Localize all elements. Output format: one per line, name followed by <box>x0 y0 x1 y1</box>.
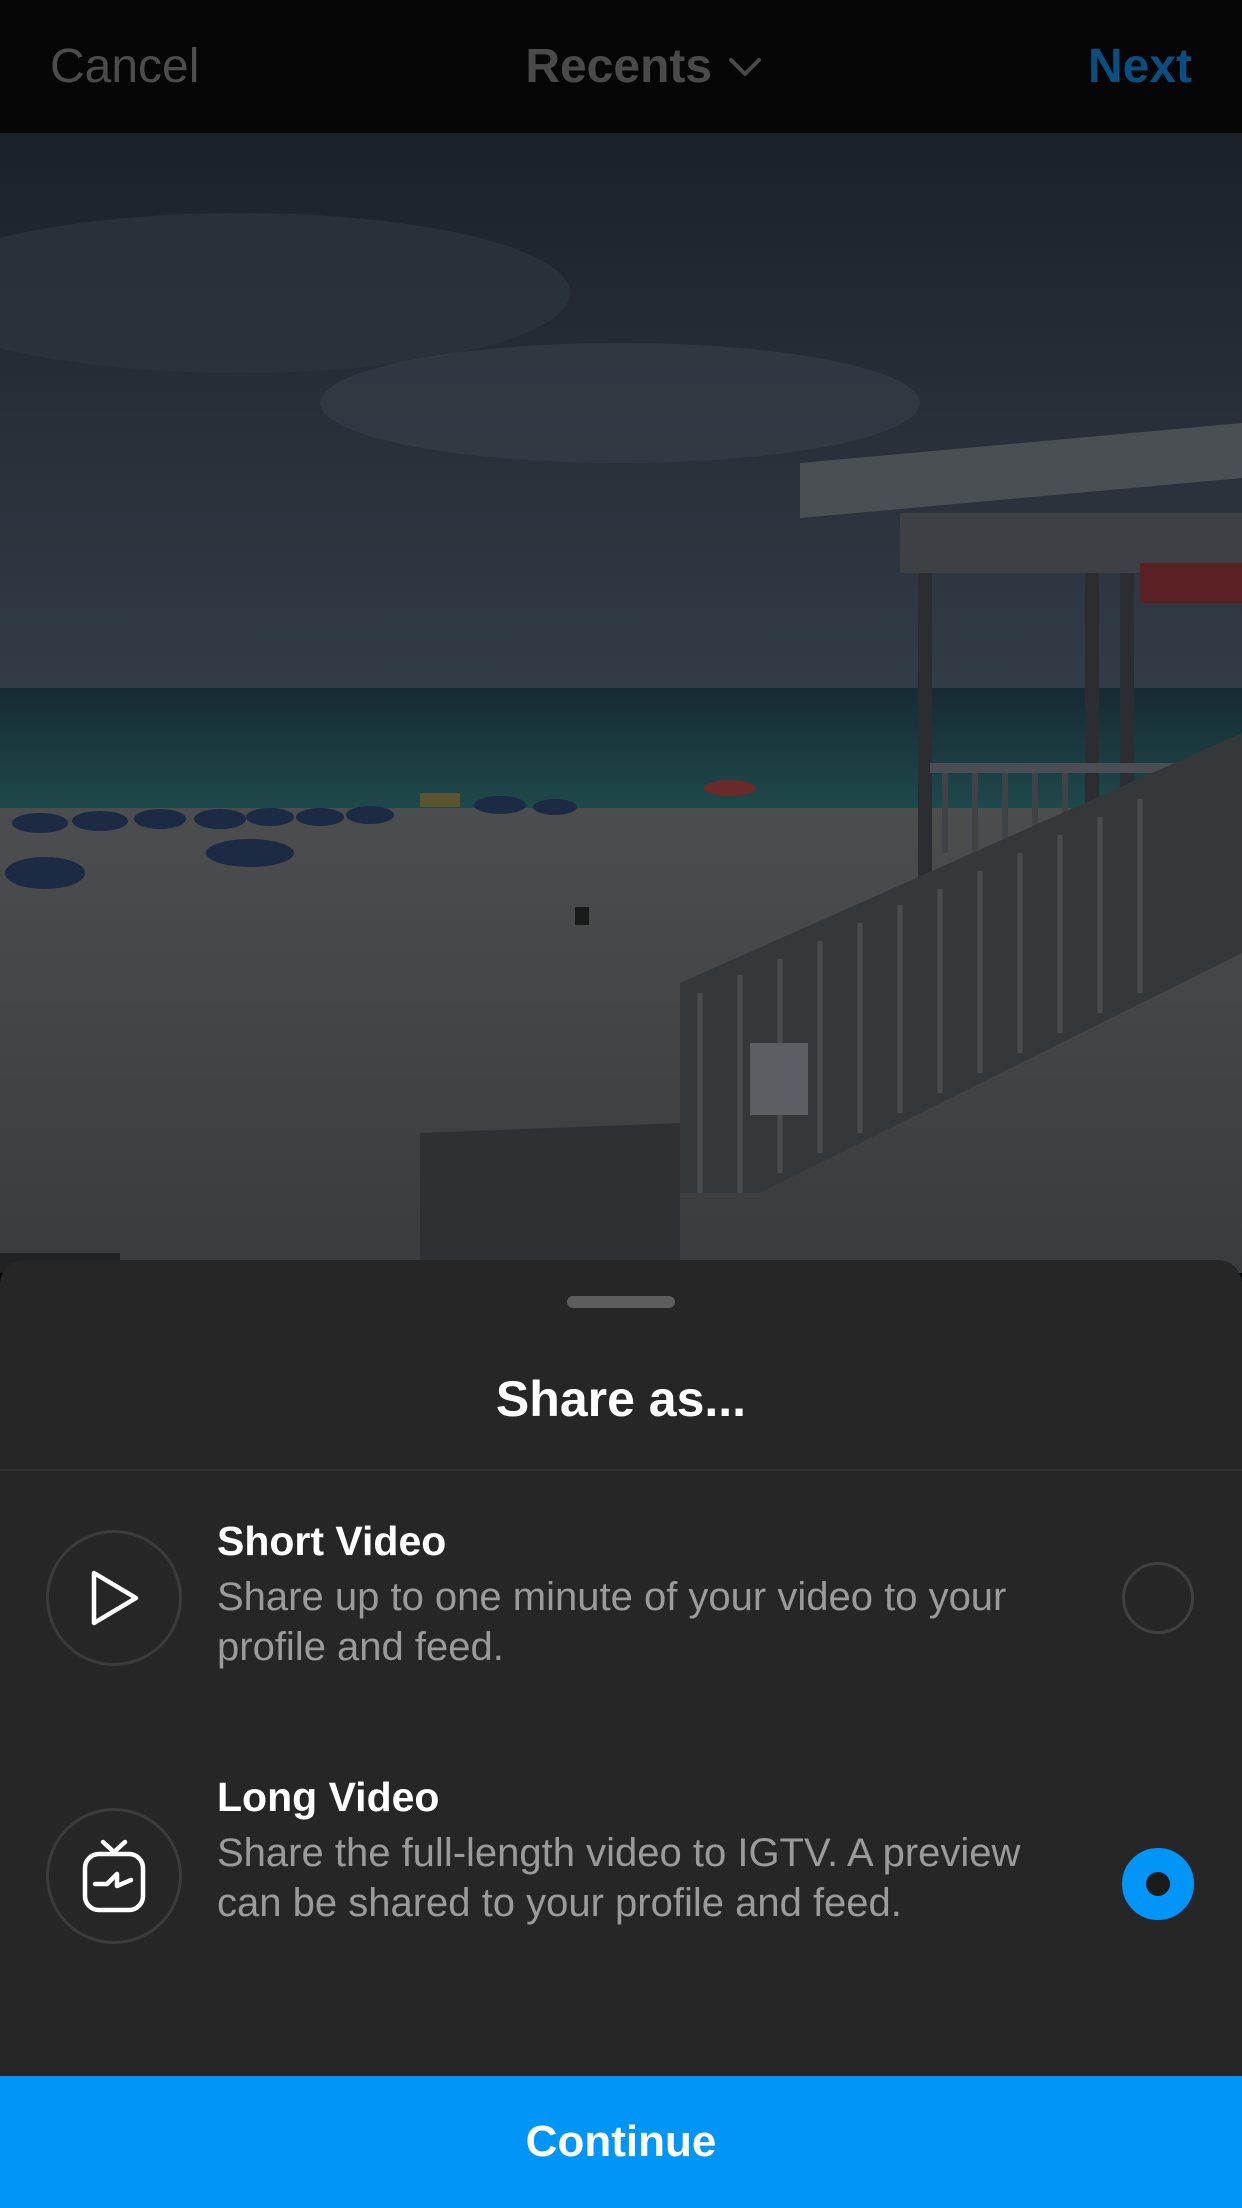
beach-photo <box>0 133 1242 1273</box>
chevron-down-icon <box>728 56 762 78</box>
option-text: Short Video Share up to one minute of yo… <box>217 1516 1047 1672</box>
top-bar: Cancel Recents Next <box>0 0 1242 133</box>
option-description: Share the full-length video to IGTV. A p… <box>217 1831 1021 1925</box>
play-icon <box>46 1530 182 1666</box>
option-short-video[interactable]: Short Video Share up to one minute of yo… <box>0 1516 1242 1716</box>
cancel-button[interactable]: Cancel <box>50 39 199 94</box>
option-title: Short Video <box>217 1518 447 1564</box>
app-root: Cancel Recents Next Share as... Short Vi… <box>0 0 1242 2208</box>
share-as-sheet: Share as... Short Video Share up to one … <box>0 1260 1242 2208</box>
next-button[interactable]: Next <box>1088 39 1192 94</box>
igtv-icon <box>46 1808 182 1944</box>
option-long-video[interactable]: Long Video Share the full-length video t… <box>0 1772 1242 2022</box>
option-title: Long Video <box>217 1774 440 1820</box>
radio-short-video[interactable] <box>1122 1562 1194 1634</box>
sheet-title: Share as... <box>495 1371 747 1427</box>
sheet-grabber-handle[interactable] <box>567 1296 675 1308</box>
media-preview <box>0 133 1242 1273</box>
continue-button[interactable]: Continue <box>0 2076 1242 2208</box>
radio-selected-dot <box>1146 1872 1170 1896</box>
radio-long-video[interactable] <box>1122 1848 1194 1920</box>
option-description: Share up to one minute of your video to … <box>217 1575 1007 1669</box>
recents-dropdown[interactable]: Recents <box>525 39 762 94</box>
option-text: Long Video Share the full-length video t… <box>217 1772 1047 1928</box>
divider <box>0 1469 1242 1471</box>
recents-title: Recents <box>525 40 713 93</box>
